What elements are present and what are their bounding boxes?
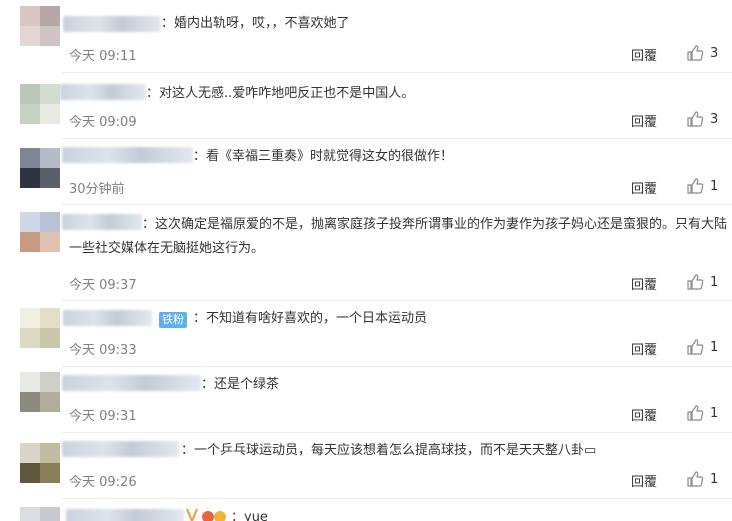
avatar-tile	[40, 168, 60, 188]
comment-item: ：婚内出轨呀，哎，，不喜欢她了 今天 09:11 回覆 3	[0, 0, 732, 73]
like-count: 1	[710, 405, 719, 421]
thumbs-up-icon	[687, 111, 704, 127]
like-count: 1	[710, 274, 719, 290]
avatar-tile	[20, 443, 40, 463]
comment-text: ：对这人无感..爱咋咋地吧反正也不是中国人。	[146, 86, 415, 101]
comment-time: 今天 09:31	[69, 409, 137, 424]
avatar-tile	[20, 392, 40, 412]
avatar-tile	[20, 308, 40, 328]
avatar-tile	[20, 148, 40, 168]
comment-item: ：看《幸福三重奏》时就觉得这女的很做作！ 30分钟前 回覆 1	[0, 139, 732, 205]
thumbs-up-icon	[687, 45, 704, 61]
avatar-tile	[20, 507, 40, 521]
comment-text: ：一个乒乓球运动员，每天应该想着怎么提高球技，而不是天天整八卦▭	[181, 443, 597, 458]
like-count: 3	[710, 111, 719, 127]
avatar[interactable]	[20, 212, 60, 252]
avatar[interactable]	[20, 148, 60, 188]
like-count: 1	[710, 471, 719, 487]
avatar-tile	[20, 26, 40, 46]
reply-button[interactable]: 回覆	[631, 471, 657, 490]
comment-item: ：yue	[0, 499, 732, 521]
comment-text: ：还是个绿茶	[201, 377, 280, 392]
thumbs-up-icon	[687, 274, 704, 290]
comment-item: 铁粉 ：不知道有啥好喜欢的，一个日本运动员 今天 09:33 回覆 1	[0, 301, 732, 367]
avatar-tile	[40, 372, 60, 392]
username[interactable]	[66, 509, 184, 521]
avatar[interactable]	[20, 6, 60, 46]
avatar-tile	[40, 232, 60, 252]
avatar-tile	[20, 168, 40, 188]
reply-button[interactable]: 回覆	[631, 339, 657, 358]
comment-text: ：看《幸福三重奏》时就觉得这女的很做作！	[193, 149, 454, 164]
like-button[interactable]: 1	[686, 273, 718, 291]
vip-badge-icon	[186, 508, 226, 521]
username[interactable]	[60, 84, 146, 100]
comment-time: 今天 09:33	[69, 343, 137, 358]
avatar-tile	[40, 328, 60, 348]
reply-button[interactable]: 回覆	[631, 405, 657, 424]
comment-item: ：一个乒乓球运动员，每天应该想着怎么提高球技，而不是天天整八卦▭ 今天 09:2…	[0, 433, 732, 499]
comment-time: 今天 09:37	[69, 278, 137, 293]
avatar-tile	[20, 328, 40, 348]
avatar-tile	[20, 372, 40, 392]
avatar[interactable]	[20, 443, 60, 483]
fan-badge: 铁粉	[159, 312, 187, 328]
avatar-tile	[20, 84, 40, 104]
comment-time: 今天 09:26	[69, 475, 137, 490]
avatar-tile	[40, 443, 60, 463]
avatar-tile	[40, 507, 60, 521]
thumbs-up-icon	[687, 339, 704, 355]
username[interactable]	[63, 310, 152, 326]
like-button[interactable]: 1	[686, 338, 718, 356]
comment-text: ：yue	[231, 510, 268, 521]
avatar-tile	[40, 6, 60, 26]
avatar-tile	[20, 104, 40, 124]
avatar-tile	[40, 392, 60, 412]
comment-text: ：不知道有啥好喜欢的，一个日本运动员	[193, 311, 428, 326]
like-button[interactable]: 1	[686, 404, 718, 422]
avatar-tile	[20, 6, 40, 26]
comment-item: ：还是个绿茶 今天 09:31 回覆 1	[0, 367, 732, 433]
reply-button[interactable]: 回覆	[631, 111, 657, 130]
avatar-tile	[20, 212, 40, 232]
like-count: 1	[710, 178, 719, 194]
comment-item: ：对这人无感..爱咋咋地吧反正也不是中国人。 今天 09:09 回覆 3	[0, 73, 732, 139]
username[interactable]	[63, 16, 161, 32]
avatar-tile	[40, 212, 60, 232]
username[interactable]	[62, 147, 193, 163]
like-button[interactable]: 1	[686, 470, 718, 488]
like-count: 3	[710, 45, 719, 61]
avatar[interactable]	[20, 507, 60, 521]
comment-item: ：这次确定是福原爱的不是，抛离家庭孩子投奔所谓事业的作为妻作为孩子妈心还是蛮狠的…	[0, 205, 732, 301]
avatar-tile	[40, 148, 60, 168]
comment-time: 今天 09:09	[69, 115, 137, 130]
thumbs-up-icon	[687, 471, 704, 487]
avatar[interactable]	[20, 308, 60, 348]
avatar-tile	[20, 463, 40, 483]
username[interactable]	[62, 375, 201, 391]
comment-time: 今天 09:11	[69, 49, 137, 64]
avatar-tile	[40, 26, 60, 46]
avatar[interactable]	[20, 84, 60, 124]
reply-button[interactable]: 回覆	[631, 178, 657, 197]
avatar-tile	[40, 308, 60, 328]
thumbs-up-icon	[687, 405, 704, 421]
avatar-tile	[40, 104, 60, 124]
avatar-tile	[20, 232, 40, 252]
comment-text: ：婚内出轨呀，哎，，不喜欢她了	[161, 16, 350, 31]
avatar-tile	[40, 463, 60, 483]
comment-time: 30分钟前	[69, 182, 125, 197]
like-count: 1	[710, 339, 719, 355]
thumbs-up-icon	[687, 178, 704, 194]
like-button[interactable]: 3	[686, 44, 718, 62]
reply-button[interactable]: 回覆	[631, 274, 657, 293]
like-button[interactable]: 3	[686, 110, 718, 128]
avatar-tile	[40, 84, 60, 104]
comment-text: ：这次确定是福原爱的不是，抛离家庭孩子投奔所谓事业的作为妻作为孩子妈心还是蛮狠的…	[69, 217, 728, 256]
like-button[interactable]: 1	[686, 177, 718, 195]
avatar[interactable]	[20, 372, 60, 412]
username[interactable]	[62, 441, 179, 457]
reply-button[interactable]: 回覆	[631, 45, 657, 64]
